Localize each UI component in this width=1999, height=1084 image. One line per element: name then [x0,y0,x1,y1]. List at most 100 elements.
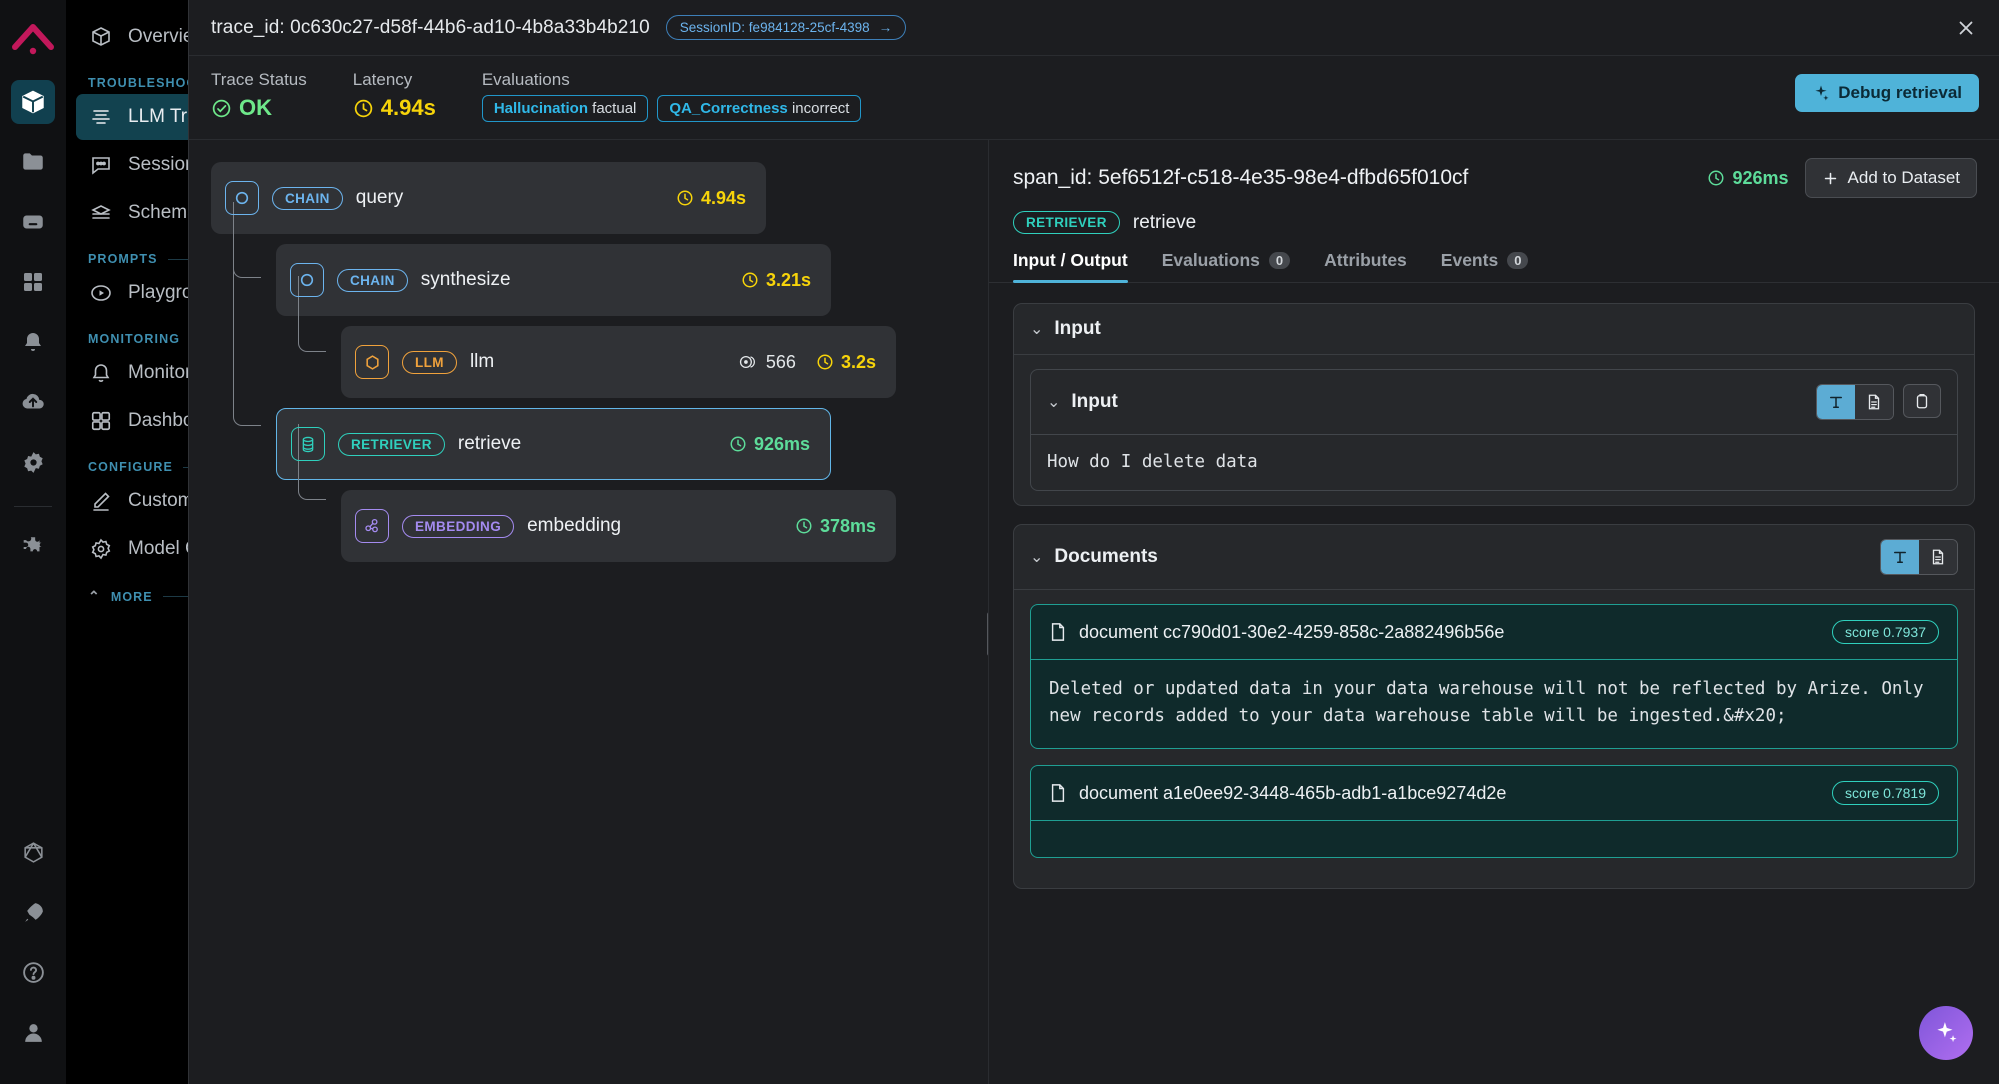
rail-item-upload[interactable] [11,380,55,424]
span-latency: 3.2s [816,352,876,373]
span-name: synthesize [421,269,511,291]
ai-assistant-fab[interactable] [1919,1006,1973,1060]
document-header: document a1e0ee92-3448-465b-adb1-a1bce92… [1031,766,1957,821]
tab-events[interactable]: Events 0 [1441,250,1529,282]
tab-evaluations[interactable]: Evaluations 0 [1162,250,1290,282]
debug-retrieval-button[interactable]: Debug retrieval [1795,74,1979,112]
trace-status-value: OK [239,95,272,121]
span-meta: 566 3.2s [739,352,876,373]
rail-item-dashboards[interactable] [11,260,55,304]
rail-divider [14,506,52,507]
trace-status-block: Trace Status OK [211,70,307,121]
span-card[interactable]: CHAIN query 4.94s [211,162,766,234]
check-circle-icon [211,98,232,119]
eval-badge-qa-correctness[interactable]: QA_Correctness incorrect [657,95,861,122]
document-card[interactable]: document a1e0ee92-3448-465b-adb1-a1bce92… [1030,765,1958,858]
chevron-down-icon[interactable]: ⌄ [1047,392,1060,412]
rail-item-integrations[interactable] [11,525,55,569]
question-circle-icon [21,960,46,985]
status-badge: OK [211,95,307,121]
input-card-header[interactable]: ⌄ Input [1014,304,1974,355]
span-row-synthesize[interactable]: CHAIN synthesize 3.21s [276,244,831,316]
rail-item-alerts[interactable] [11,320,55,364]
rail-item-account[interactable] [11,1010,55,1054]
span-row-llm[interactable]: LLM llm 566 3.2s [341,326,896,398]
chevron-down-icon[interactable]: ⌄ [1030,547,1043,567]
span-card-selected[interactable]: RETRIEVER retrieve 926ms [276,408,831,480]
debug-retrieval-label: Debug retrieval [1838,83,1962,103]
span-latency-value: 378ms [820,516,876,537]
document-card[interactable]: document cc790d01-30e2-4259-858c-2a88249… [1030,604,1958,749]
rail-item-projects[interactable] [11,80,55,124]
rail-item-help[interactable] [11,950,55,994]
folder-icon [20,149,46,175]
rail-item-datasets[interactable] [11,200,55,244]
span-kind-badge: RETRIEVER [338,433,445,456]
copy-icon[interactable] [1903,384,1941,418]
documents-card-header[interactable]: ⌄ Documents [1014,525,1974,590]
layers-icon [88,200,114,226]
json-format-icon[interactable] [1919,540,1957,574]
nav-group-label: MORE [111,590,153,604]
eval-badge-hallucination[interactable]: Hallucination factual [482,95,649,122]
gear-icon [88,536,114,562]
document-score-badge: score 0.7819 [1832,781,1939,805]
span-row-query[interactable]: CHAIN query 4.94s [211,162,766,234]
rail-item-whats-new[interactable] [11,890,55,934]
evaluations-block: Evaluations Hallucination factual QA_Cor… [482,70,862,122]
document-icon [1049,783,1067,803]
rail-item-files[interactable] [11,140,55,184]
arize-logo-icon[interactable] [10,16,56,62]
rail-item-settings[interactable] [11,440,55,484]
grid-icon [88,408,114,434]
pane-resize-handle[interactable] [987,612,989,656]
rail-item-graphql[interactable] [11,830,55,874]
add-to-dataset-button[interactable]: Add to Dataset [1805,158,1977,198]
input-card-title: Input [1054,318,1100,340]
document-header: document cc790d01-30e2-4259-858c-2a88249… [1031,605,1957,660]
span-detail-pane: span_id: 5ef6512f-c518-4e35-98e4-dfbd65f… [989,140,1999,1084]
documents-view-controls [1880,539,1958,575]
trace-summary-bar: Trace Status OK Latency 4.94s Evaluation… [189,56,1999,140]
document-body: Deleted or updated data in your data war… [1031,660,1957,748]
chevron-down-icon[interactable]: ⌄ [1030,319,1043,339]
session-id-pill[interactable]: SessionID: fe984128-25cf-4398 → [666,15,906,40]
documents-card: ⌄ Documents [1013,524,1975,889]
plus-icon [1822,170,1839,187]
hexagon-icon [355,345,389,379]
close-icon[interactable] [1949,11,1983,45]
document-title: document cc790d01-30e2-4259-858c-2a88249… [1079,622,1504,643]
span-card[interactable]: LLM llm 566 3.2s [341,326,896,398]
evaluations-list: Hallucination factual QA_Correctness inc… [482,95,862,122]
span-detail-subheader: RETRIEVER retrieve [1013,211,1977,234]
span-kind-badge: RETRIEVER [1013,211,1120,234]
span-card[interactable]: EMBEDDING embedding 378ms [341,490,896,562]
span-token-count: 566 [739,352,796,373]
document-score-badge: score 0.7937 [1832,620,1939,644]
input-sub-header: ⌄ Input [1031,370,1957,435]
clock-icon [353,98,374,119]
span-row-retrieve[interactable]: RETRIEVER retrieve 926ms [276,408,831,480]
input-value: How do I delete data [1031,435,1957,490]
text-format-icon[interactable] [1881,540,1919,574]
span-name: retrieve [1133,212,1196,234]
span-meta: 926ms [729,434,810,455]
span-tree-pane: CHAIN query 4.94s [189,140,989,1084]
user-icon [21,1020,46,1045]
nav-group-label: CONFIGURE [88,460,173,474]
rail-bottom-group [0,830,66,1070]
eval-verdict: incorrect [792,100,850,117]
span-card[interactable]: CHAIN synthesize 3.21s [276,244,831,316]
tab-attributes[interactable]: Attributes [1324,250,1407,282]
tab-badge: 0 [1507,252,1528,269]
span-row-embedding[interactable]: EMBEDDING embedding 378ms [341,490,896,562]
eval-verdict: factual [592,100,636,117]
tab-badge: 0 [1269,252,1290,269]
text-format-icon[interactable] [1817,385,1855,419]
graphql-icon [21,840,46,865]
tab-input-output[interactable]: Input / Output [1013,250,1128,282]
json-format-icon[interactable] [1855,385,1893,419]
rocket-icon [21,900,46,925]
span-meta: 378ms [795,516,876,537]
cube-icon [88,24,114,50]
